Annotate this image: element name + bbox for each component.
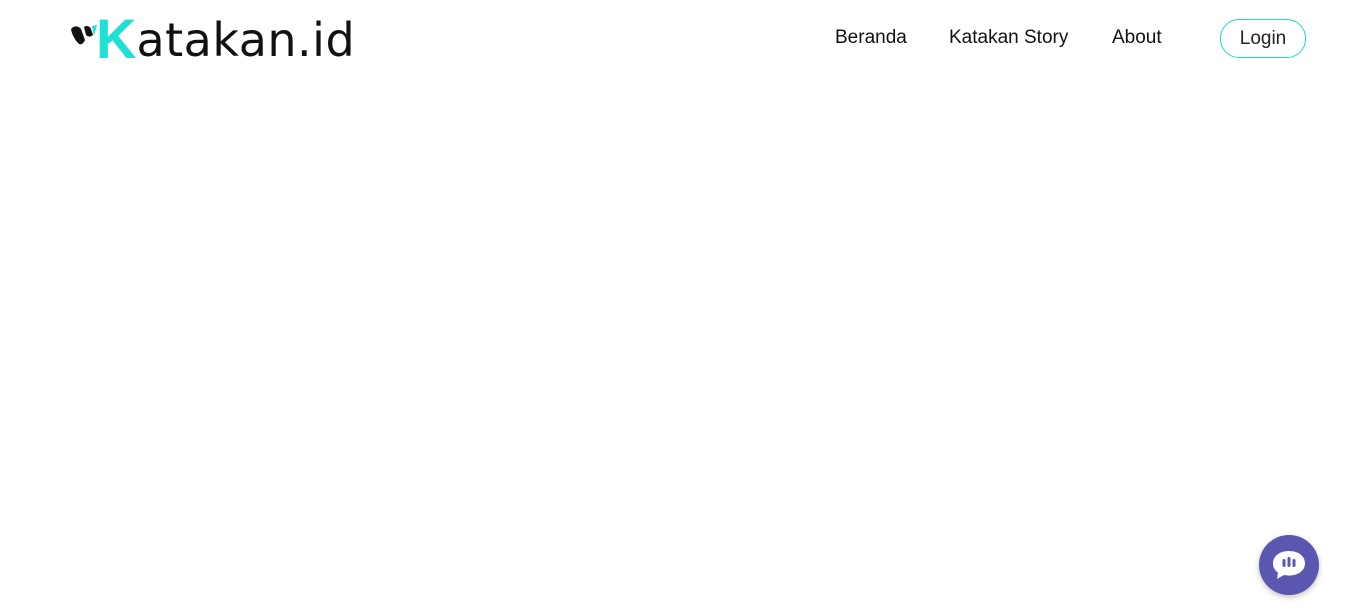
page: K atakan.id Beranda Katakan Story About … xyxy=(0,0,1345,608)
nav-link-beranda[interactable]: Beranda xyxy=(835,26,907,50)
nav-link-katakan-story[interactable]: Katakan Story xyxy=(949,26,1068,50)
nav-link-about[interactable]: About xyxy=(1112,26,1162,50)
nav-links: Beranda Katakan Story About xyxy=(0,26,1345,50)
chat-widget-button[interactable] xyxy=(1259,535,1319,595)
login-button[interactable]: Login xyxy=(1220,19,1306,58)
chat-bubble-icon xyxy=(1273,551,1305,579)
navbar: K atakan.id Beranda Katakan Story About … xyxy=(0,0,1345,78)
